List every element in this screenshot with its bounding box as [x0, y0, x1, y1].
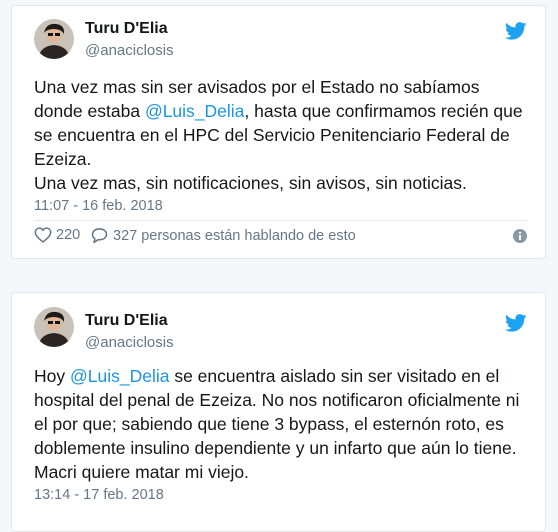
- tweet-text: Hoy @Luis_Delia se encuentra aislado sin…: [34, 364, 531, 484]
- mention-link[interactable]: @Luis_Delia: [145, 101, 244, 121]
- tweet-text-line: se encuentra en el HPC del Servicio Peni…: [34, 123, 531, 147]
- text-segment: Una vez mas, sin notificaciones, sin avi…: [34, 173, 467, 193]
- tweet-card[interactable]: Turu D'Elia @anaciclosis Hoy @Luis_Delia…: [11, 292, 546, 532]
- text-segment: Macri quiere matar mi viejo.: [34, 462, 249, 482]
- text-segment: Hoy: [34, 366, 70, 386]
- speech-bubble-icon: [91, 228, 108, 244]
- tweet-text-line: Una vez mas sin ser avisados por el Esta…: [34, 75, 531, 99]
- info-icon[interactable]: [513, 229, 527, 243]
- timestamp[interactable]: 11:07 - 16 feb. 2018: [34, 198, 163, 214]
- divider: [34, 220, 527, 221]
- text-segment: hospital del penal de Ezeiza. No nos not…: [34, 390, 520, 410]
- user-handle[interactable]: @anaciclosis: [85, 42, 174, 59]
- avatar[interactable]: [34, 19, 74, 59]
- text-segment: donde estaba: [34, 101, 145, 121]
- heart-icon: [34, 227, 52, 243]
- avatar[interactable]: [34, 307, 74, 347]
- text-segment: , hasta que confirmamos recién que: [244, 101, 523, 121]
- text-segment: doblemente insulino dependiente y un inf…: [34, 438, 517, 458]
- tweet-text-line: doblemente insulino dependiente y un inf…: [34, 436, 531, 460]
- tweet-text-line: Macri quiere matar mi viejo.: [34, 460, 531, 484]
- display-name[interactable]: Turu D'Elia: [85, 312, 168, 330]
- text-segment: se encuentra en el HPC del Servicio Peni…: [34, 125, 510, 145]
- tweet-text-line: donde estaba @Luis_Delia, hasta que conf…: [34, 99, 531, 123]
- tweet-text-line: Una vez mas, sin notificaciones, sin avi…: [34, 171, 531, 195]
- display-name[interactable]: Turu D'Elia: [85, 20, 168, 38]
- replies-label: 327 personas están hablando de esto: [113, 227, 356, 244]
- twitter-bird-icon[interactable]: [505, 22, 527, 40]
- like-count: 220: [56, 227, 81, 243]
- tweet-text-line: Hoy @Luis_Delia se encuentra aislado sin…: [34, 364, 531, 388]
- timestamp[interactable]: 13:14 - 17 feb. 2018: [34, 487, 164, 503]
- twitter-bird-icon[interactable]: [505, 314, 527, 332]
- replies-button[interactable]: 327 personas están hablando de esto: [90, 227, 356, 244]
- text-segment: Ezeiza.: [34, 149, 92, 169]
- tweet-card[interactable]: Turu D'Elia @anaciclosis Una vez mas sin…: [11, 5, 546, 259]
- text-segment: Una vez mas sin ser avisados por el Esta…: [34, 77, 480, 97]
- tweet-text: Una vez mas sin ser avisados por el Esta…: [34, 75, 531, 195]
- user-handle[interactable]: @anaciclosis: [85, 334, 174, 351]
- tweet-text-line: Ezeiza.: [34, 147, 531, 171]
- tweet-text-line: hospital del penal de Ezeiza. No nos not…: [34, 388, 531, 412]
- tweet-text-line: el por que; sabiendo que tiene 3 bypass,…: [34, 412, 531, 436]
- text-segment: se encuentra aislado sin ser visitado en…: [169, 366, 500, 386]
- like-button[interactable]: 220: [34, 227, 80, 243]
- text-segment: el por que; sabiendo que tiene 3 bypass,…: [34, 414, 504, 434]
- tweet-actions: 220 327 personas están hablando de esto: [34, 227, 527, 247]
- mention-link[interactable]: @Luis_Delia: [70, 366, 169, 386]
